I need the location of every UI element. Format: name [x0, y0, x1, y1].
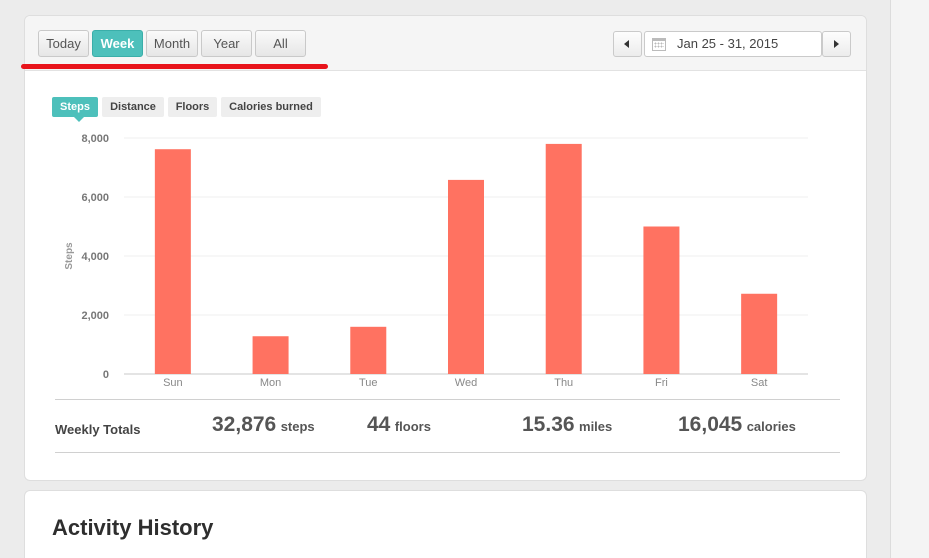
x-tick-label: Fri — [655, 377, 668, 389]
bar — [643, 226, 680, 374]
x-tick-label: Wed — [455, 377, 477, 389]
bar — [154, 149, 191, 374]
x-tick-label: Sat — [751, 377, 768, 389]
total-calories-unit: calories — [746, 419, 796, 434]
x-tick-label: Mon — [260, 377, 281, 389]
activity-history-card: Activity History — [24, 490, 867, 558]
right-panel-divider — [890, 0, 891, 558]
x-tick-label: Thu — [554, 377, 573, 389]
total-miles-value: 15.36 — [522, 413, 575, 436]
total-calories: 16,045 calories — [678, 413, 796, 437]
total-calories-value: 16,045 — [678, 413, 743, 436]
bar — [448, 179, 484, 374]
activity-summary-card: Today Week Month Year All Jan 25 - 31, 2… — [24, 15, 867, 481]
bar — [252, 336, 289, 374]
steps-bar-chart: 0 2,000 4,000 6,000 8,000 Steps Sun Mon Tue Wed Th… — [64, 133, 808, 389]
totals-top-divider — [55, 399, 840, 400]
annotation-underline — [21, 64, 328, 69]
total-miles: 15.36 miles — [522, 413, 612, 437]
bar — [741, 293, 778, 374]
total-floors-value: 44 — [367, 413, 391, 436]
y-axis-label: Steps — [64, 242, 75, 270]
total-steps-unit: steps — [280, 419, 315, 434]
total-floors: 44 floors — [367, 413, 431, 437]
y-tick-label: 8,000 — [81, 133, 109, 145]
y-tick-label: 0 — [103, 369, 109, 381]
bar — [350, 326, 387, 374]
y-tick-label: 2,000 — [81, 310, 109, 322]
total-floors-unit: floors — [394, 419, 431, 434]
y-tick-label: 6,000 — [81, 192, 109, 204]
y-tick-label: 4,000 — [81, 251, 109, 263]
x-tick-label: Sun — [163, 377, 183, 389]
bar — [545, 143, 582, 374]
totals-bottom-divider — [55, 452, 840, 453]
total-steps-value: 32,876 — [212, 413, 277, 436]
right-panel-background — [891, 0, 929, 558]
weekly-totals-label: Weekly Totals — [55, 422, 141, 437]
activity-history-title: Activity History — [52, 515, 214, 540]
total-miles-unit: miles — [579, 419, 613, 434]
total-steps: 32,876 steps — [212, 413, 315, 437]
x-tick-label: Tue — [359, 377, 378, 389]
